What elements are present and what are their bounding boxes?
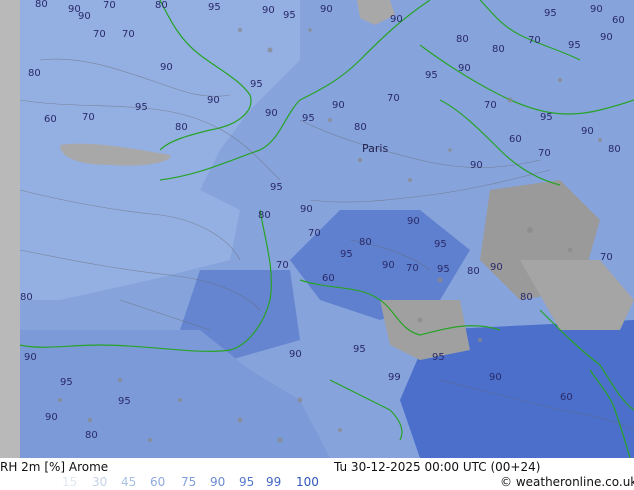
contour-label: 90 bbox=[262, 5, 275, 16]
contour-label: 95 bbox=[425, 70, 438, 81]
contour-label: 95 bbox=[544, 8, 557, 19]
legend-scale-value: 75 bbox=[181, 475, 197, 489]
legend-bar: RH 2m [%] Arome Tu 30-12-2025 00:00 UTC … bbox=[0, 458, 634, 490]
contour-label: 80 bbox=[608, 144, 621, 155]
contour-label: 80 bbox=[35, 0, 48, 10]
contour-label: 90 bbox=[160, 62, 173, 73]
contour-label: 95 bbox=[250, 79, 263, 90]
contour-label: 70 bbox=[276, 260, 289, 271]
contour-label: 70 bbox=[538, 148, 551, 159]
contour-label: 90 bbox=[320, 4, 333, 15]
legend-scale-value: 15 bbox=[62, 475, 78, 489]
contour-label: 95 bbox=[283, 10, 296, 21]
contour-label: 80 bbox=[258, 210, 271, 221]
legend-scale-value: 60 bbox=[150, 475, 166, 489]
contour-label: 95 bbox=[118, 396, 131, 407]
contour-label: 95 bbox=[302, 113, 315, 124]
contour-label: 99 bbox=[388, 372, 401, 383]
contour-label: 95 bbox=[434, 239, 447, 250]
contour-label: 80 bbox=[359, 237, 372, 248]
contour-label: 90 bbox=[590, 4, 603, 15]
contour-label: 95 bbox=[340, 249, 353, 260]
contour-label: 60 bbox=[560, 392, 573, 403]
contour-label: 80 bbox=[155, 0, 168, 11]
contour-label: 80 bbox=[456, 34, 469, 45]
contour-label: 95 bbox=[540, 112, 553, 123]
city-label-paris: Paris bbox=[362, 142, 388, 155]
legend-credit: © weatheronline.co.uk bbox=[500, 475, 634, 489]
contour-label: 90 bbox=[265, 108, 278, 119]
contour-label: 70 bbox=[387, 93, 400, 104]
legend-scale-value: 95 bbox=[239, 475, 255, 489]
contour-label: 90 bbox=[382, 260, 395, 271]
legend-datetime: Tu 30-12-2025 00:00 UTC (00+24) bbox=[334, 460, 541, 474]
contour-label: 80 bbox=[20, 292, 33, 303]
contour-label: 95 bbox=[353, 344, 366, 355]
contour-label: 80 bbox=[28, 68, 41, 79]
contour-label: 70 bbox=[528, 35, 541, 46]
contour-label: 60 bbox=[612, 15, 625, 26]
contour-label: 90 bbox=[458, 63, 471, 74]
contour-label: 70 bbox=[406, 263, 419, 274]
contour-label: 90 bbox=[300, 204, 313, 215]
contour-label: 90 bbox=[24, 352, 37, 363]
contour-label: 70 bbox=[484, 100, 497, 111]
contour-label: 70 bbox=[600, 252, 613, 263]
contour-label: 70 bbox=[103, 0, 116, 11]
contour-label: 60 bbox=[509, 134, 522, 145]
contour-label: 90 bbox=[600, 32, 613, 43]
contour-label: 80 bbox=[85, 430, 98, 441]
contour-label: 90 bbox=[78, 11, 91, 22]
no-data-strip bbox=[0, 0, 20, 458]
contour-label: 95 bbox=[208, 2, 221, 13]
contour-label: 90 bbox=[470, 160, 483, 171]
contour-label: 95 bbox=[60, 377, 73, 388]
legend-scale-value: 30 bbox=[92, 475, 108, 489]
humidity-map: Paris 80 90 70 809095 90 959070 708060 70809095… bbox=[0, 0, 634, 458]
legend-scale-value: 45 bbox=[121, 475, 137, 489]
legend-scale-value: 100 bbox=[296, 475, 319, 489]
contour-label: 95 bbox=[568, 40, 581, 51]
contour-label: 90 bbox=[490, 262, 503, 273]
contour-label: 90 bbox=[489, 372, 502, 383]
contour-label: 60 bbox=[44, 114, 57, 125]
contour-label: 95 bbox=[135, 102, 148, 113]
contour-label: 70 bbox=[82, 112, 95, 123]
contour-label: 90 bbox=[332, 100, 345, 111]
contour-label: 70 bbox=[308, 228, 321, 239]
contour-label: 90 bbox=[407, 216, 420, 227]
contour-label: 95 bbox=[437, 264, 450, 275]
contour-label: 90 bbox=[390, 14, 403, 25]
contour-label: 90 bbox=[581, 126, 594, 137]
contour-label: 80 bbox=[492, 44, 505, 55]
contour-label: 80 bbox=[175, 122, 188, 133]
contour-label: 70 bbox=[122, 29, 135, 40]
contour-label: 70 bbox=[93, 29, 106, 40]
legend-title: RH 2m [%] Arome bbox=[0, 460, 109, 474]
legend-scale-value: 99 bbox=[266, 475, 282, 489]
contour-label: 90 bbox=[207, 95, 220, 106]
contour-label: 80 bbox=[354, 122, 367, 133]
contour-label: 80 bbox=[520, 292, 533, 303]
contour-label: 90 bbox=[45, 412, 58, 423]
contour-label: 95 bbox=[432, 352, 445, 363]
legend-scale-value: 90 bbox=[210, 475, 226, 489]
contour-label: 80 bbox=[467, 266, 480, 277]
contour-label: 95 bbox=[270, 182, 283, 193]
contour-label: 90 bbox=[289, 349, 302, 360]
contour-label: 60 bbox=[322, 273, 335, 284]
